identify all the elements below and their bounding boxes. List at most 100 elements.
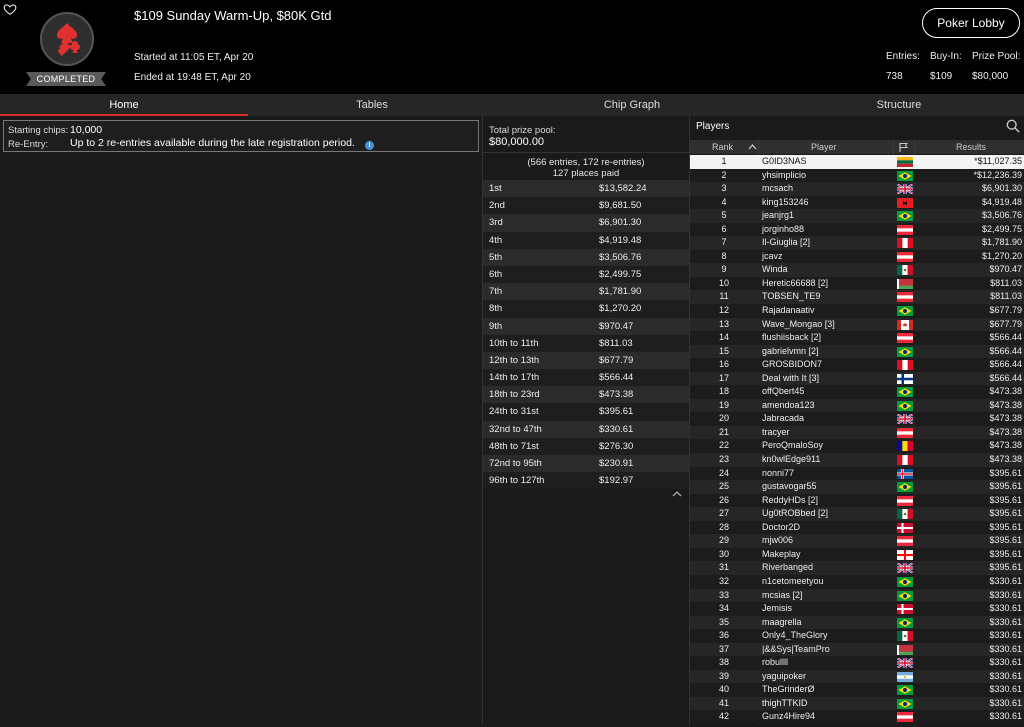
player-row[interactable]: 39 yaguipoker $330.61 bbox=[690, 669, 1024, 684]
player-row[interactable]: 14 flushiisback [2] $566.44 bbox=[690, 331, 1024, 345]
player-name[interactable]: Gunz4Hire94 bbox=[762, 710, 815, 724]
player-name[interactable]: Jabracada bbox=[762, 412, 804, 426]
player-column-header[interactable]: Player bbox=[811, 140, 837, 154]
heart-icon[interactable] bbox=[3, 2, 17, 16]
player-row[interactable]: 13 Wave_Mongao [3] $677.79 bbox=[690, 317, 1024, 332]
player-row[interactable]: 27 Ug0tROBbed [2] $395.61 bbox=[690, 507, 1024, 521]
player-row[interactable]: 9 Winda $970.47 bbox=[690, 263, 1024, 277]
player-row[interactable]: 38 robullll $330.61 bbox=[690, 656, 1024, 670]
collapse-chevron-icon[interactable] bbox=[672, 490, 682, 498]
results-column-header[interactable]: Results bbox=[956, 140, 986, 154]
player-name[interactable]: TOBSEN_TE9 bbox=[762, 290, 820, 304]
player-row[interactable]: 12 Rajadanaativ $677.79 bbox=[690, 304, 1024, 318]
player-row[interactable]: 24 nonni77 $395.61 bbox=[690, 466, 1024, 481]
player-rank: 25 bbox=[718, 481, 729, 492]
player-name[interactable]: PeroQmaloSoy bbox=[762, 439, 823, 453]
player-name[interactable]: thighTTKID bbox=[762, 697, 808, 711]
sort-ascending-icon[interactable] bbox=[748, 143, 757, 151]
player-name[interactable]: amendoa123 bbox=[762, 399, 815, 413]
player-name[interactable]: Heretic66688 [2] bbox=[762, 277, 828, 291]
player-name[interactable]: |&&Sys|TeamPro bbox=[762, 643, 830, 657]
player-name[interactable]: Doctor2D bbox=[762, 521, 800, 535]
player-name[interactable]: mjw006 bbox=[762, 534, 793, 548]
player-name[interactable]: jcavz bbox=[762, 250, 783, 264]
player-name[interactable]: Ug0tROBbed [2] bbox=[762, 507, 828, 521]
player-name[interactable]: yhsimplicio bbox=[762, 169, 806, 183]
player-name[interactable]: tracyer bbox=[762, 426, 790, 440]
player-name[interactable]: gustavogar55 bbox=[762, 480, 817, 494]
player-row[interactable]: 22 PeroQmaloSoy $473.38 bbox=[690, 439, 1024, 454]
player-row[interactable]: 3 mcsach $6,901.30 bbox=[690, 182, 1024, 196]
player-row[interactable]: 11 TOBSEN_TE9 $811.03 bbox=[690, 290, 1024, 305]
player-name[interactable]: mcsach bbox=[762, 182, 793, 196]
player-row[interactable]: 19 amendoa123 $473.38 bbox=[690, 398, 1024, 413]
player-row[interactable]: 32 n1cetomeetyou $330.61 bbox=[690, 574, 1024, 589]
player-name[interactable]: Deal with It [3] bbox=[762, 372, 819, 386]
player-row[interactable]: 21 tracyer $473.38 bbox=[690, 425, 1024, 440]
player-name[interactable]: TheGrinderØ bbox=[762, 683, 815, 697]
player-row[interactable]: 7 Il-Giuglia [2] $1,781.90 bbox=[690, 236, 1024, 250]
player-name[interactable]: Riverbanged bbox=[762, 561, 813, 575]
poker-lobby-button[interactable]: Poker Lobby bbox=[922, 8, 1020, 38]
player-name[interactable]: kn0wlEdge911 bbox=[762, 453, 820, 467]
player-name[interactable]: GROSBIDON7 bbox=[762, 358, 822, 372]
player-row[interactable]: 37 |&&Sys|TeamPro $330.61 bbox=[690, 642, 1024, 657]
info-icon[interactable]: i bbox=[365, 141, 374, 150]
player-name[interactable]: Winda bbox=[762, 263, 788, 277]
player-row[interactable]: 40 TheGrinderØ $330.61 bbox=[690, 683, 1024, 697]
tab-chip-graph[interactable]: Chip Graph bbox=[510, 94, 754, 116]
player-row[interactable]: 41 thighTTKID $330.61 bbox=[690, 696, 1024, 711]
player-name[interactable]: Makeplay bbox=[762, 548, 801, 562]
player-row[interactable]: 16 GROSBIDON7 $566.44 bbox=[690, 358, 1024, 372]
player-name[interactable]: king153246 bbox=[762, 196, 809, 210]
search-icon[interactable] bbox=[1006, 119, 1020, 133]
player-name[interactable]: jeanjrg1 bbox=[762, 209, 794, 223]
player-row[interactable]: 1 G0ID3NAS *$11,027.35 bbox=[690, 155, 1024, 169]
player-name[interactable]: mcsias [2] bbox=[762, 589, 803, 603]
player-row[interactable]: 4 king153246 $4,919.48 bbox=[690, 195, 1024, 210]
tab-structure[interactable]: Structure bbox=[776, 94, 1022, 116]
player-row[interactable]: 35 maagrella $330.61 bbox=[690, 615, 1024, 630]
player-row[interactable]: 28 Doctor2D $395.61 bbox=[690, 520, 1024, 535]
tab-tables[interactable]: Tables bbox=[248, 94, 496, 116]
player-row[interactable]: 6 jorginho88 $2,499.75 bbox=[690, 222, 1024, 237]
player-name[interactable]: offQbert45 bbox=[762, 385, 804, 399]
player-name[interactable]: Wave_Mongao [3] bbox=[762, 318, 835, 332]
player-name[interactable]: Il-Giuglia [2] bbox=[762, 236, 810, 250]
player-row[interactable]: 30 Makeplay $395.61 bbox=[690, 547, 1024, 562]
player-row[interactable]: 36 Only4_TheGlory $330.61 bbox=[690, 629, 1024, 643]
player-row[interactable]: 42 Gunz4Hire94 $330.61 bbox=[690, 710, 1024, 724]
player-name[interactable]: Jemisis bbox=[762, 602, 792, 616]
player-name[interactable]: robullll bbox=[762, 656, 788, 670]
player-name[interactable]: Rajadanaativ bbox=[762, 304, 815, 318]
player-row[interactable]: 17 Deal with It [3] $566.44 bbox=[690, 371, 1024, 386]
player-name[interactable]: flushiisback [2] bbox=[762, 331, 821, 345]
rank-column-header[interactable]: Rank bbox=[712, 140, 733, 154]
player-row[interactable]: 29 mjw006 $395.61 bbox=[690, 534, 1024, 548]
tab-home[interactable]: Home bbox=[0, 94, 248, 116]
player-name[interactable]: Only4_TheGlory bbox=[762, 629, 828, 643]
player-row[interactable]: 18 offQbert45 $473.38 bbox=[690, 385, 1024, 399]
player-name[interactable]: yaguipoker bbox=[762, 670, 806, 684]
player-row[interactable]: 31 Riverbanged $395.61 bbox=[690, 561, 1024, 575]
player-row[interactable]: 8 jcavz $1,270.20 bbox=[690, 249, 1024, 264]
player-row[interactable]: 34 Jemisis $330.61 bbox=[690, 602, 1024, 616]
player-row[interactable]: 5 jeanjrg1 $3,506.76 bbox=[690, 209, 1024, 223]
player-name[interactable]: maagrella bbox=[762, 616, 802, 630]
player-row[interactable]: 26 ReddyHDs [2] $395.61 bbox=[690, 493, 1024, 508]
player-row[interactable]: 20 Jabracada $473.38 bbox=[690, 412, 1024, 426]
player-row[interactable]: 33 mcsias [2] $330.61 bbox=[690, 588, 1024, 603]
player-name[interactable]: gabrielvmn [2] bbox=[762, 345, 819, 359]
player-name[interactable]: G0ID3NAS bbox=[762, 155, 807, 169]
payout-row: 24th to 31st $395.61 bbox=[483, 403, 689, 421]
flag-column-icon[interactable] bbox=[898, 142, 909, 153]
player-row[interactable]: 10 Heretic66688 [2] $811.03 bbox=[690, 276, 1024, 291]
player-name[interactable]: ReddyHDs [2] bbox=[762, 494, 818, 508]
player-row[interactable]: 15 gabrielvmn [2] $566.44 bbox=[690, 344, 1024, 359]
player-name[interactable]: n1cetomeetyou bbox=[762, 575, 824, 589]
player-row[interactable]: 2 yhsimplicio *$12,236.39 bbox=[690, 168, 1024, 183]
player-row[interactable]: 25 gustavogar55 $395.61 bbox=[690, 480, 1024, 494]
player-name[interactable]: nonni77 bbox=[762, 467, 794, 481]
player-name[interactable]: jorginho88 bbox=[762, 223, 804, 237]
player-row[interactable]: 23 kn0wlEdge911 $473.38 bbox=[690, 453, 1024, 467]
